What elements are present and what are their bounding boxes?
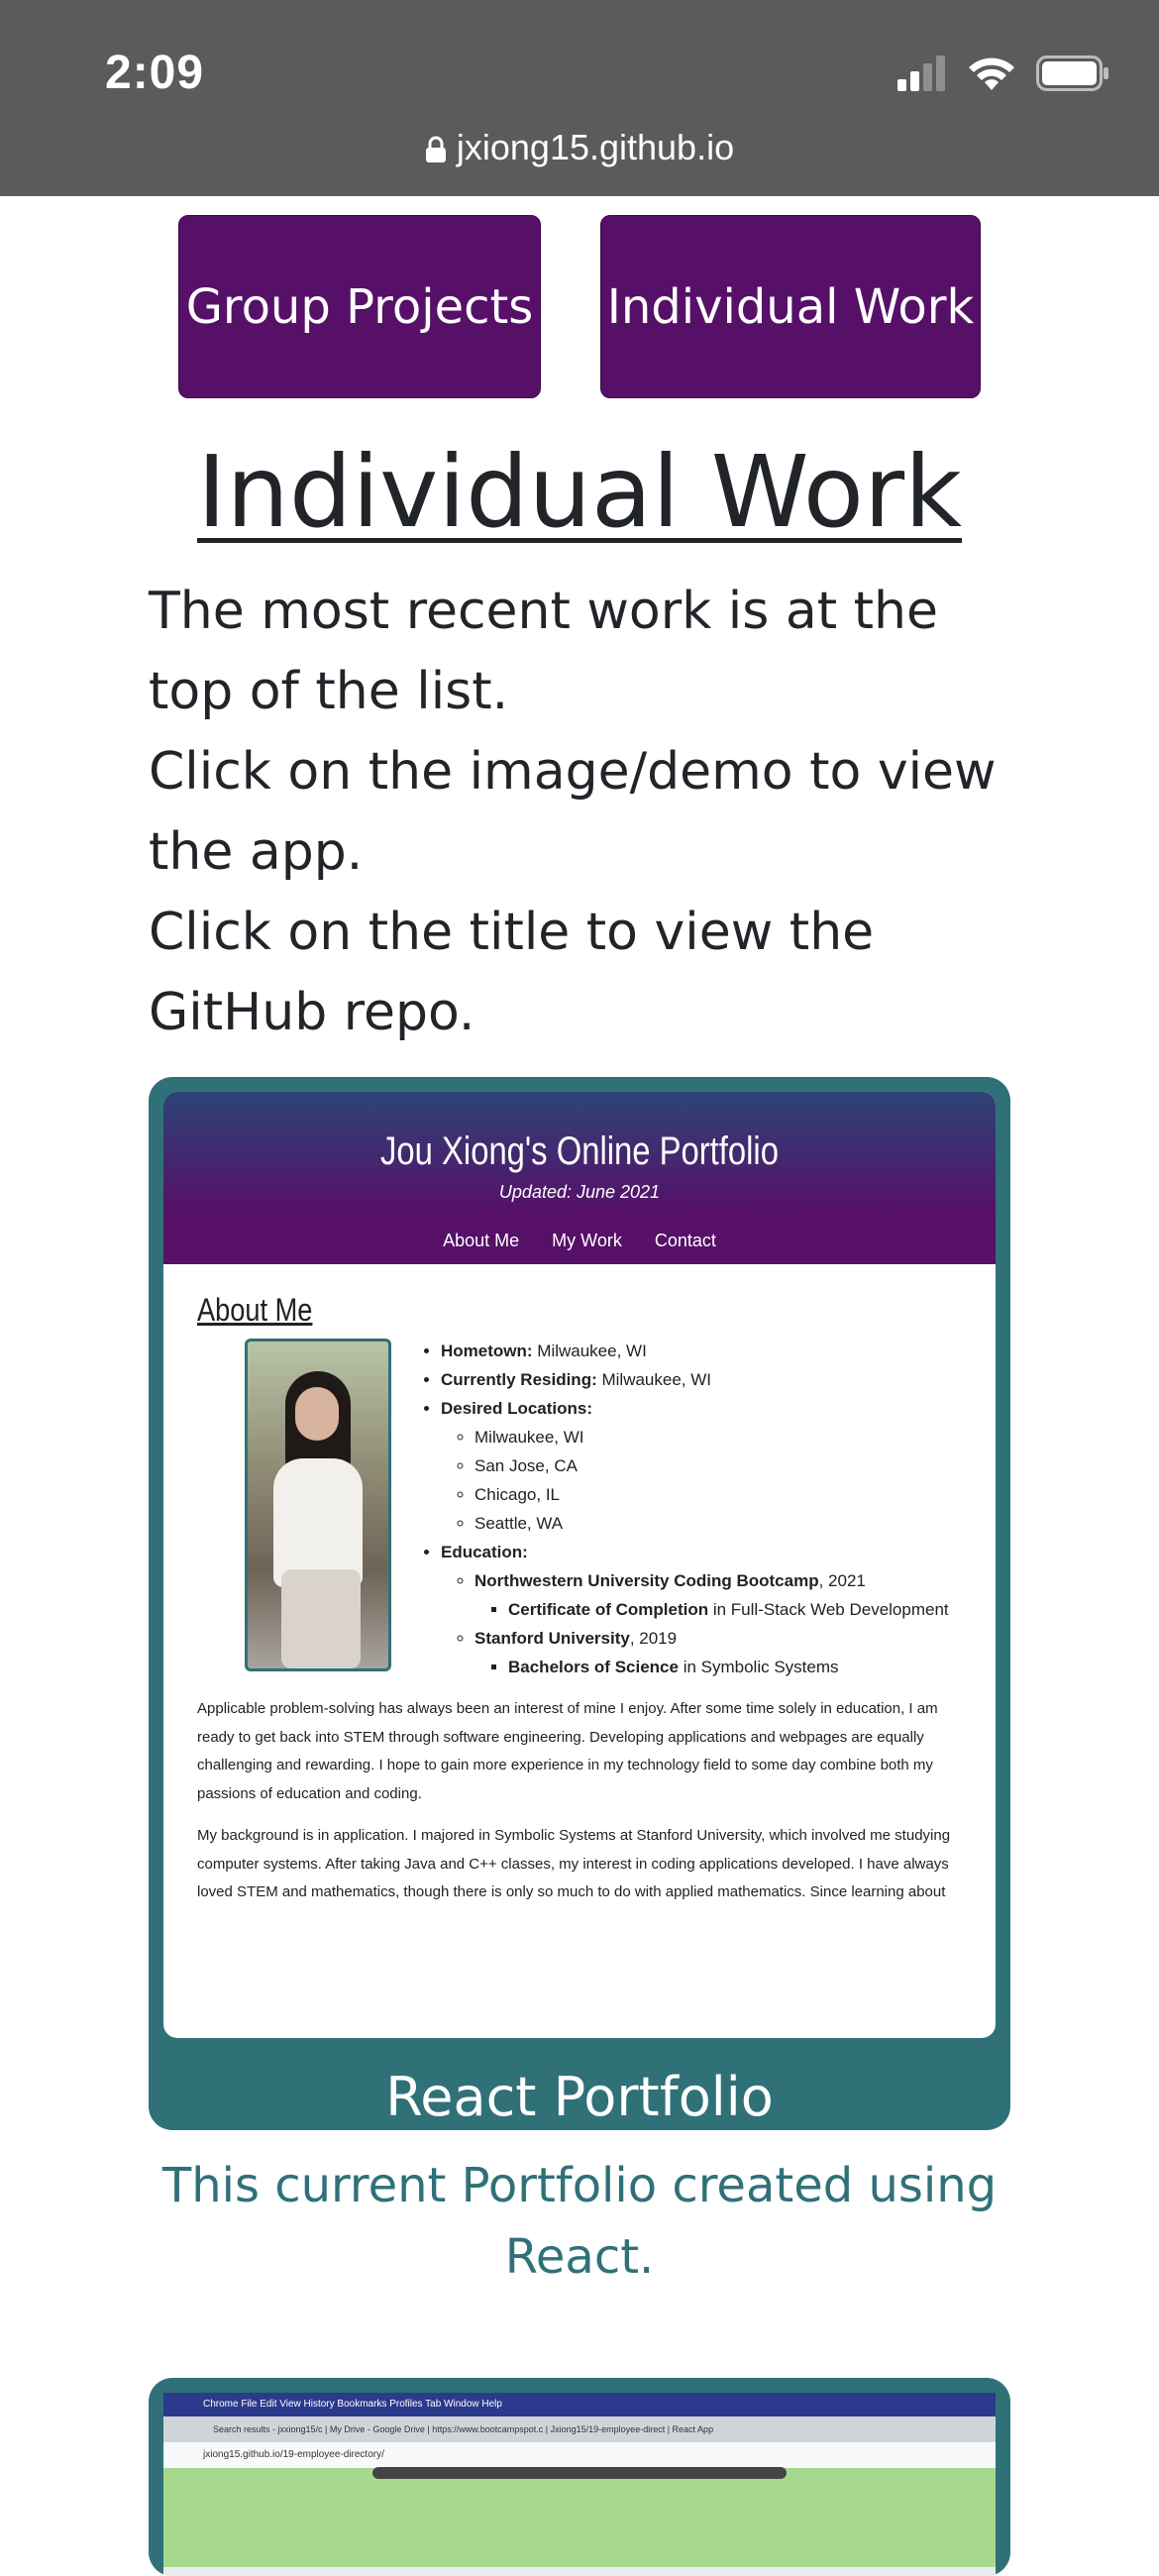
url-text: jxiong15.github.io [456, 127, 735, 167]
signal-icon [897, 55, 945, 91]
preview-details: Hometown: Milwaukee, WI Currently Residi… [425, 1337, 949, 1681]
preview-about-row: Hometown: Milwaukee, WI Currently Residi… [197, 1329, 962, 1695]
detail-value: Milwaukee, WI [601, 1370, 712, 1389]
project-card: Jou Xiong's Online Portfolio Updated: Ju… [149, 1077, 1010, 2181]
individual-work-button[interactable]: Individual Work [600, 215, 981, 398]
preview-tabs: Search results - jxxiong15/c | My Drive … [163, 2416, 996, 2442]
school-name: Northwestern University Coding Bootcamp [474, 1571, 819, 1590]
project-title-link[interactable]: React Portfolio [149, 2068, 1010, 2127]
desired-location: Chicago, IL [474, 1480, 949, 1509]
preview-nav-item: About Me [443, 1231, 520, 1250]
detail-value: Milwaukee, WI [537, 1342, 647, 1360]
school-name: Stanford University [474, 1629, 630, 1648]
address-bar[interactable]: jxiong15.github.io [0, 127, 1159, 172]
preview-paragraph: My background is in application. I major… [197, 1827, 951, 1900]
credential: Bachelors of Science [508, 1658, 679, 1676]
school-year: , 2019 [629, 1629, 678, 1648]
detail-label: Currently Residing: [441, 1370, 597, 1389]
project-description: This current Portfolio created using Rea… [161, 2158, 998, 2285]
detail-label: Hometown: [441, 1342, 533, 1360]
preview-address: jxiong15.github.io/19-employee-directory… [163, 2442, 996, 2468]
credential: Certificate of Completion [508, 1600, 709, 1619]
group-projects-button[interactable]: Group Projects [178, 215, 541, 398]
preview-body: About Me Hometown: Milwaukee, WI Current… [163, 1292, 996, 1907]
credential-detail: in Full-Stack Web Development [708, 1600, 949, 1619]
preview-header: Jou Xiong's Online Portfolio Updated: Ju… [163, 1092, 996, 1264]
preview-menubar: Chrome File Edit View History Bookmarks … [163, 2393, 996, 2416]
intro-line: Click on the image/demo to view the app. [149, 742, 997, 882]
preview-content [163, 2468, 996, 2567]
desired-location: Milwaukee, WI [474, 1423, 949, 1451]
credential-detail: in Symbolic Systems [678, 1658, 839, 1676]
clock: 2:09 [105, 47, 205, 99]
school-year: , 2021 [818, 1571, 866, 1590]
desired-location: San Jose, CA [474, 1451, 949, 1480]
project-preview-image[interactable]: Jou Xiong's Online Portfolio Updated: Ju… [163, 1092, 996, 2038]
battery-icon [1036, 55, 1108, 91]
preview-updated: Updated: June 2021 [498, 1182, 661, 1202]
preview-nav: About Me My Work Contact [163, 1231, 996, 1251]
project-preview-image[interactable]: Chrome File Edit View History Bookmarks … [163, 2393, 996, 2576]
intro-line: Click on the title to view the GitHub re… [149, 903, 875, 1042]
preview-nav-item: My Work [552, 1231, 622, 1250]
intro-line: The most recent work is at the top of th… [149, 582, 938, 721]
home-indicator[interactable] [372, 2467, 787, 2479]
preview-paragraph: Applicable problem-solving has always be… [197, 1700, 938, 1802]
preview-section-title: About Me [197, 1292, 313, 1328]
preview-site-title: Jou Xiong's Online Portfolio [380, 1129, 779, 1173]
preview-nav-item: Contact [654, 1231, 716, 1250]
browser-status-bar: 2:09 jxiong15.github.io [0, 0, 1159, 196]
intro-text: The most recent work is at the top of th… [149, 572, 1001, 1053]
desired-location: Seattle, WA [474, 1509, 949, 1538]
detail-label: Education: [441, 1543, 528, 1561]
profile-photo [245, 1339, 391, 1671]
system-icons [896, 50, 1109, 97]
wifi-icon [969, 57, 1014, 90]
lock-icon [425, 131, 447, 172]
detail-label: Desired Locations: [441, 1399, 593, 1418]
page-title: Individual Work [196, 434, 963, 550]
